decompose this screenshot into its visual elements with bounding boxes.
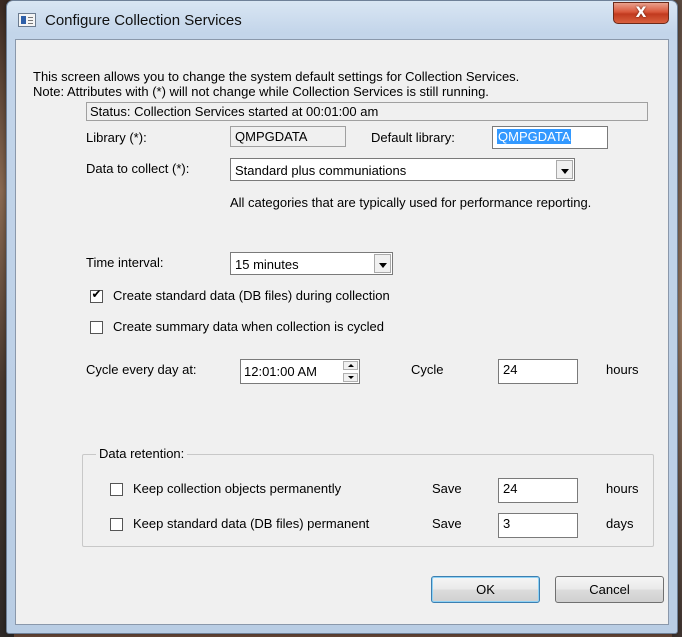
status-text: Status: Collection Services started at 0… — [90, 104, 379, 119]
create-standard-label: Create standard data (DB files) during c… — [113, 288, 390, 303]
keep-objects-hours-input[interactable]: 24 — [498, 478, 578, 503]
keep-standard-save-label: Save — [432, 516, 462, 531]
spin-up-icon[interactable] — [343, 361, 358, 370]
intro-line-1: This screen allows you to change the sys… — [33, 69, 520, 84]
title-bar[interactable]: Configure Collection Services X — [7, 1, 677, 39]
data-to-collect-dropdown[interactable]: Standard plus communiations — [230, 158, 575, 181]
keep-standard-label: Keep standard data (DB files) permanent — [133, 516, 370, 531]
default-library-value: QMPGDATA — [497, 129, 572, 144]
ok-button[interactable]: OK — [431, 576, 540, 603]
chevron-down-icon[interactable] — [374, 254, 391, 273]
keep-objects-checkbox[interactable] — [110, 483, 123, 496]
cycle-label: Cycle — [411, 362, 444, 377]
keep-standard-unit: days — [606, 516, 634, 531]
app-window-icon — [18, 13, 36, 27]
create-summary-label: Create summary data when collection is c… — [113, 319, 384, 334]
time-interval-value: 15 minutes — [235, 257, 299, 272]
default-library-label: Default library: — [371, 130, 455, 145]
library-field: QMPGDATA — [230, 126, 346, 147]
dialog-window: Configure Collection Services X This scr… — [6, 0, 678, 634]
time-interval-label: Time interval: — [86, 255, 164, 270]
data-retention-label: Data retention: — [96, 446, 188, 461]
cancel-button[interactable]: Cancel — [555, 576, 664, 603]
keep-standard-checkbox[interactable] — [110, 518, 123, 531]
keep-objects-save-label: Save — [432, 481, 462, 496]
data-to-collect-label: Data to collect (*): — [86, 161, 190, 176]
time-interval-dropdown[interactable]: 15 minutes — [230, 252, 393, 275]
library-label: Library (*): — [86, 130, 147, 145]
close-button[interactable]: X — [613, 2, 669, 24]
cycle-hours-unit: hours — [606, 362, 639, 377]
cycle-time-value: 12:01:00 AM — [244, 364, 317, 379]
keep-objects-unit: hours — [606, 481, 639, 496]
cycle-time-spinner[interactable]: 12:01:00 AM — [240, 359, 360, 384]
data-to-collect-description: All categories that are typically used f… — [230, 195, 592, 210]
status-bar: Status: Collection Services started at 0… — [86, 102, 648, 121]
window-title: Configure Collection Services — [45, 12, 242, 29]
create-summary-checkbox[interactable] — [90, 321, 103, 334]
default-library-input[interactable]: QMPGDATA — [492, 126, 608, 149]
create-standard-checkbox[interactable]: ✔ — [90, 287, 103, 303]
cycle-hours-input[interactable]: 24 — [498, 359, 578, 384]
spin-down-icon[interactable] — [343, 373, 358, 382]
keep-standard-days-input[interactable]: 3 — [498, 513, 578, 538]
checkmark-icon: ✔ — [91, 287, 102, 301]
data-to-collect-value: Standard plus communiations — [235, 163, 407, 178]
intro-line-2: Note: Attributes with (*) will not chang… — [33, 84, 489, 99]
chevron-down-icon[interactable] — [556, 160, 573, 179]
dialog-client-area: This screen allows you to change the sys… — [15, 39, 669, 625]
cycle-time-label: Cycle every day at: — [86, 362, 197, 377]
keep-objects-label: Keep collection objects permanently — [133, 481, 342, 496]
